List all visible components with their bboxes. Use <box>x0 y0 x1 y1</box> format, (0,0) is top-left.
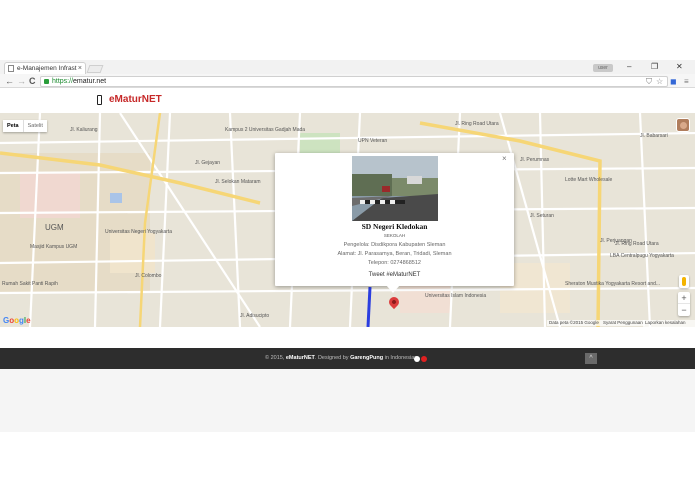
street-label: Jl. Adisucipto <box>240 313 270 319</box>
site-logo[interactable]: eMaturNET <box>109 94 162 106</box>
street-label: Jl. Babarsari <box>640 133 668 139</box>
poi-label: Sheraton Mustika Yogyakarta Resort and..… <box>565 281 661 287</box>
close-window-button[interactable]: ✕ <box>676 62 683 72</box>
popup-address: Alamat: Jl. Parasamya, Beran, Tridadi, S… <box>337 251 452 257</box>
zoom-out-button[interactable]: − <box>678 304 690 316</box>
url-host: ematur.net <box>73 78 107 85</box>
browser-tab[interactable]: e-Manajemen Infrast × <box>4 62 86 74</box>
lock-icon <box>44 79 49 84</box>
zoom-control: + − <box>678 292 690 316</box>
tab-title: e-Manajemen Infrast <box>17 65 77 72</box>
street-label: Jl. Colombo <box>135 273 162 279</box>
poi-label: Universitas Islam Indonesia <box>425 293 487 299</box>
back-to-top-button[interactable]: ^ <box>585 353 597 364</box>
site-header <box>0 89 695 113</box>
google-logo[interactable]: Google <box>3 316 31 325</box>
reload-button[interactable]: C <box>29 75 36 87</box>
school-photo-image <box>352 156 438 221</box>
school-photo <box>352 156 438 221</box>
popup-title: SD Negeri Kledokan <box>361 222 428 231</box>
blank-bottom-area <box>0 432 695 494</box>
close-popup-icon[interactable]: × <box>502 155 507 163</box>
area-label-ugm: UGM <box>45 223 64 232</box>
extension-icon[interactable]: ◼ <box>670 76 677 87</box>
popup-phone: Telepon: 0274868512 <box>368 260 421 266</box>
tab-strip <box>0 60 695 74</box>
shield-icon[interactable]: ⛉ <box>646 76 652 87</box>
poi-label: Lotte Mart Wholesale <box>565 177 613 183</box>
street-label: Jl. Perumnas <box>520 157 550 163</box>
forward-button[interactable]: → <box>17 75 26 87</box>
street-view-pegman-icon[interactable] <box>679 275 689 288</box>
street-label: Jl. Gejayan <box>195 160 221 166</box>
info-window-tail <box>386 285 400 293</box>
zoom-in-button[interactable]: + <box>678 292 690 304</box>
url-scheme: https:// <box>52 78 74 85</box>
street-label: Jl. Kaliurang <box>70 127 98 133</box>
new-tab-button[interactable] <box>86 65 104 73</box>
map-type-satellite[interactable]: Satelit <box>22 120 47 132</box>
footer-brand-link[interactable]: eMaturNET <box>286 355 315 361</box>
poi-label: Rumah Sakit Panti Rapih <box>2 281 58 287</box>
tweet-link[interactable]: Tweet #eMaturNET <box>275 272 514 279</box>
star-icon[interactable]: ☆ <box>656 76 663 87</box>
indonesia-flag-icon <box>414 356 427 362</box>
street-label: Jl. Selokan Mataram <box>215 179 261 185</box>
avatar[interactable] <box>676 118 690 132</box>
poi-label: LBA Centralpugu Yogyakarta <box>610 253 674 259</box>
address-bar[interactable]: https://ematur.net <box>40 76 668 87</box>
maximize-button[interactable]: ❐ <box>651 62 658 72</box>
spacer <box>0 327 695 348</box>
marker-dot <box>391 299 397 305</box>
street-label: Jl. Perjuangan <box>600 238 632 244</box>
popup-category: SEKOLAH <box>383 233 406 238</box>
footer-text: © 2015, eMaturNET. Designed by GarengPun… <box>265 355 418 361</box>
poi-label: Masjid Kampus UGM <box>30 244 78 250</box>
poi-label: UPN Veteran <box>358 138 388 144</box>
profile-button[interactable]: user <box>593 64 613 72</box>
footer-designer-link[interactable]: GarengPung <box>350 355 383 361</box>
popup-manager: Pengelola: Disdikpora Kabupaten Sleman <box>343 242 446 248</box>
minimize-button[interactable]: – <box>627 62 631 72</box>
map-type-map[interactable]: Peta <box>3 120 23 132</box>
map-type-control[interactable]: Peta Satelit <box>3 120 47 132</box>
avatar-face <box>680 122 687 129</box>
street-label: Kampus 2 Universitas Gadjah Mada <box>225 127 306 133</box>
street-label: Jl. Seturan <box>530 213 554 219</box>
close-tab-icon[interactable]: × <box>78 63 82 74</box>
page-bottom-area <box>0 369 695 432</box>
back-button[interactable]: ← <box>5 75 14 87</box>
blank-top-area <box>0 0 695 60</box>
logo-icon[interactable] <box>97 95 102 105</box>
poi-label: Universitas Negeri Yogyakarta <box>105 229 172 235</box>
menu-icon[interactable]: ≡ <box>684 76 689 87</box>
document-icon <box>8 65 14 72</box>
pegman-body <box>682 277 686 286</box>
map-data-attribution: Data peta ©2015 Google <box>547 320 601 326</box>
terms-link[interactable]: Syarat Penggunaan <box>601 320 645 326</box>
street-label: Jl. Ring Road Utara <box>455 121 499 127</box>
